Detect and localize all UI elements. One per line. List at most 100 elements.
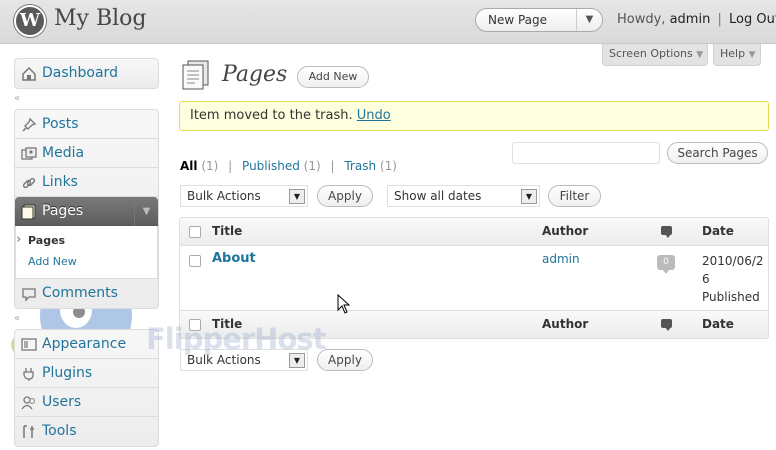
submenu-item-add-new[interactable]: Add New <box>16 251 157 272</box>
username-link[interactable]: admin <box>670 12 711 27</box>
search-input[interactable] <box>512 142 660 164</box>
sidebar-item-label: Appearance <box>42 336 127 352</box>
chevron-down-icon[interactable]: ▼ <box>134 197 158 226</box>
favorite-actions-dropdown[interactable]: New Page ▼ <box>475 8 603 32</box>
undo-link[interactable]: Undo <box>357 108 391 123</box>
collapse-arrows-icon[interactable]: « <box>14 93 20 104</box>
users-icon <box>21 396 36 410</box>
sidebar-item-appearance[interactable]: Appearance <box>15 330 158 359</box>
dates-select[interactable]: Show all dates ▼ <box>387 185 540 207</box>
sidebar-item-label: Comments <box>42 285 118 301</box>
sidebar-item-plugins[interactable]: Plugins <box>15 359 158 388</box>
filter-all-count: (1) <box>201 159 219 173</box>
chevron-down-icon[interactable]: ▼ <box>576 9 602 31</box>
sidebar-item-label: Tools <box>42 423 77 439</box>
collapse-arrows-icon[interactable]: « <box>14 313 20 324</box>
sidebar-item-comments[interactable]: Comments <box>15 279 158 308</box>
filter-trash-link[interactable]: Trash <box>344 159 376 173</box>
filter-published-link[interactable]: Published <box>242 159 300 173</box>
help-label: Help <box>720 47 746 60</box>
separator: | <box>330 159 335 173</box>
comment-count-badge[interactable]: 0 <box>657 255 675 274</box>
sidebar-item-tools[interactable]: Tools <box>15 417 158 446</box>
admin-sidebar: Dashboard « Posts Media Links Pages ▼ Pa… <box>14 58 159 447</box>
sidebar-group-dashboard: Dashboard <box>14 58 159 89</box>
sidebar-item-label: Users <box>42 394 82 410</box>
bulk-actions-select-bottom[interactable]: Bulk Actions ▼ <box>180 349 308 371</box>
column-date[interactable]: Date <box>702 317 734 331</box>
screen-options-tab[interactable]: Screen Options ▼ <box>602 44 708 66</box>
user-info: Howdy, admin | Log Out <box>617 12 776 27</box>
search-pages-button[interactable]: Search Pages <box>667 142 768 164</box>
trash-notice: Item moved to the trash. Undo <box>179 101 769 131</box>
appearance-icon <box>21 338 37 351</box>
dashboard-icon <box>22 66 36 81</box>
plugin-icon <box>23 368 34 381</box>
submenu-item-pages[interactable]: Pages <box>16 229 157 251</box>
apply-button[interactable]: Apply <box>317 185 373 207</box>
sidebar-item-pages[interactable]: Pages ▼ <box>15 197 158 226</box>
bulk-actions-value: Bulk Actions <box>187 353 261 367</box>
media-icon <box>21 147 37 160</box>
notice-text: Item moved to the trash. <box>190 108 353 123</box>
column-date[interactable]: Date <box>702 224 734 238</box>
author-link[interactable]: admin <box>542 252 580 266</box>
sidebar-item-links[interactable]: Links <box>15 168 158 197</box>
table-header: Title Author Date <box>180 218 768 246</box>
menu-separator: « <box>14 89 159 109</box>
logout-link[interactable]: Log Out <box>729 12 776 27</box>
wordpress-logo-icon[interactable]: W <box>14 5 46 37</box>
menu-separator: « <box>14 309 159 329</box>
pages-table: Title Author Date About admin 0 2010/06/… <box>179 217 769 339</box>
add-new-page-button[interactable]: Add New <box>297 66 369 88</box>
row-checkbox[interactable] <box>189 255 201 267</box>
separator: | <box>228 159 233 173</box>
pages-icon <box>21 204 36 220</box>
dates-value: Show all dates <box>394 189 482 203</box>
apply-button-bottom[interactable]: Apply <box>317 349 373 371</box>
status-filter-links: All (1) | Published (1) | Trash (1) <box>180 159 397 173</box>
sidebar-item-label: Media <box>42 145 85 161</box>
bulk-actions-select[interactable]: Bulk Actions ▼ <box>180 185 308 207</box>
filter-all-link[interactable]: All <box>180 159 198 173</box>
select-all-checkbox[interactable] <box>189 319 201 331</box>
sidebar-item-label: Links <box>42 174 78 190</box>
sidebar-item-users[interactable]: Users <box>15 388 158 417</box>
tools-icon <box>23 425 34 438</box>
select-all-checkbox[interactable] <box>189 226 201 238</box>
page-title: Pages <box>222 62 288 87</box>
pages-icon <box>182 60 209 90</box>
chevron-down-icon: ▼ <box>289 189 305 204</box>
greeting-text: Howdy, <box>617 12 666 27</box>
chevron-down-icon: ▼ <box>748 50 756 60</box>
chevron-down-icon: ▼ <box>289 353 305 368</box>
screen-options-label: Screen Options <box>609 47 693 60</box>
site-title[interactable]: My Blog <box>54 6 146 31</box>
filter-button[interactable]: Filter <box>548 185 601 207</box>
sidebar-item-posts[interactable]: Posts <box>15 110 158 139</box>
comment-icon <box>22 288 36 302</box>
column-author: Author <box>542 224 589 238</box>
new-page-link[interactable]: New Page <box>488 13 547 27</box>
comments-column-icon <box>661 319 672 331</box>
mouse-cursor-icon <box>337 294 351 314</box>
column-title[interactable]: Title <box>212 317 242 331</box>
sidebar-group-content: Posts Media Links Pages ▼ Pages Add New … <box>14 109 159 309</box>
admin-header: W My Blog New Page ▼ Howdy, admin | Log … <box>0 0 776 44</box>
table-row: About admin 0 2010/06/26 Published <box>180 246 768 310</box>
filter-trash-count: (1) <box>379 159 397 173</box>
sidebar-item-label: Posts <box>42 116 79 132</box>
column-title[interactable]: Title <box>212 224 242 238</box>
sidebar-item-label: Plugins <box>42 365 93 381</box>
sidebar-item-label: Pages <box>42 203 84 219</box>
status-value: Published <box>702 290 760 304</box>
page-title-link[interactable]: About <box>212 251 256 266</box>
sidebar-item-dashboard[interactable]: Dashboard <box>15 59 158 88</box>
help-tab[interactable]: Help ▼ <box>713 44 761 66</box>
comments-column-icon <box>661 226 672 238</box>
sidebar-item-media[interactable]: Media <box>15 139 158 168</box>
sidebar-group-settings: Appearance Plugins Users Tools <box>14 329 159 447</box>
table-footer: Title Author Date <box>180 310 768 338</box>
chevron-down-icon: ▼ <box>696 50 704 60</box>
column-author: Author <box>542 317 589 331</box>
